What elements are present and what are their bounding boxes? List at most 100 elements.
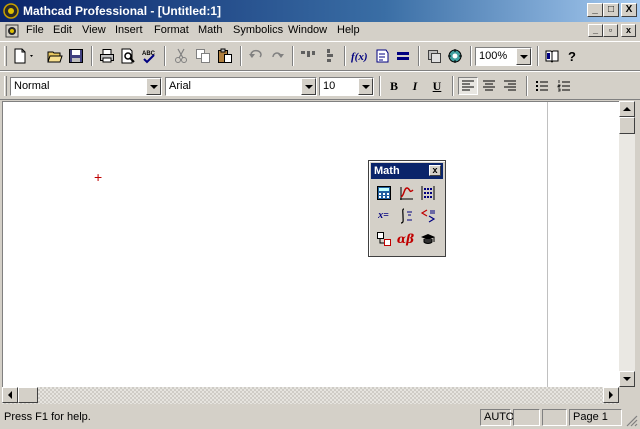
align-across-button[interactable]	[298, 47, 318, 65]
calculus-palette-button[interactable]	[395, 205, 416, 226]
greek-palette-button[interactable]: αβ	[395, 228, 416, 249]
help-button[interactable]: ?	[563, 47, 583, 65]
crosshair-cursor: +	[94, 169, 103, 185]
menu-window[interactable]: Window	[288, 24, 327, 36]
menu-format[interactable]: Format	[154, 24, 189, 36]
calculator-palette-button[interactable]	[373, 182, 394, 203]
svg-text:f(x): f(x)	[351, 51, 368, 63]
printer-icon	[100, 49, 114, 63]
doc-restore-button[interactable]: ▫	[603, 24, 618, 37]
bullets-button[interactable]	[532, 77, 552, 95]
math-palette: Math x x= αβ	[368, 160, 446, 257]
maximize-button[interactable]: □	[603, 3, 619, 17]
font-select[interactable]: Arial	[165, 77, 317, 96]
numbered-list-icon	[557, 80, 570, 92]
style-select[interactable]: Normal	[10, 77, 162, 96]
formatting-toolbar: Normal Arial 10 B I U	[0, 71, 640, 100]
toolbar-separator	[452, 76, 454, 96]
graph-palette-button[interactable]	[395, 182, 416, 203]
print-button[interactable]	[97, 47, 117, 65]
menu-file[interactable]: File	[26, 24, 44, 36]
insert-component-button[interactable]	[424, 47, 444, 65]
math-palette-titlebar[interactable]: Math x	[371, 163, 443, 179]
open-folder-icon	[47, 51, 63, 63]
toolbar-grip[interactable]	[4, 76, 7, 96]
status-message: Press F1 for help.	[4, 411, 91, 423]
vertical-scroll-thumb[interactable]	[619, 117, 635, 134]
menu-symbolics[interactable]: Symbolics	[233, 24, 283, 36]
align-center-button[interactable]	[479, 77, 499, 95]
title-bar[interactable]: Mathcad Professional - [Untitled:1] _ □ …	[0, 0, 640, 22]
zoom-dropdown-button[interactable]	[516, 48, 531, 65]
insert-unit-button[interactable]	[372, 47, 392, 65]
horizontal-scrollbar[interactable]	[2, 387, 619, 404]
horizontal-scroll-thumb[interactable]	[18, 387, 38, 403]
scroll-up-button[interactable]	[619, 101, 635, 117]
menu-insert[interactable]: Insert	[115, 24, 143, 36]
programming-palette-button[interactable]	[373, 228, 394, 249]
scroll-down-button[interactable]	[619, 371, 635, 387]
floppy-disk-icon	[69, 49, 83, 63]
align-right-button[interactable]	[500, 77, 520, 95]
menu-math[interactable]: Math	[198, 24, 222, 36]
worksheet-canvas[interactable]: +	[2, 101, 619, 388]
resources-button[interactable]	[445, 47, 465, 65]
scroll-right-button[interactable]	[603, 387, 619, 403]
book-icon	[545, 50, 559, 63]
copy-button[interactable]	[193, 47, 213, 65]
font-value: Arial	[169, 80, 192, 92]
undo-button[interactable]	[246, 47, 266, 65]
save-button[interactable]	[66, 47, 86, 65]
open-button[interactable]	[45, 47, 65, 65]
new-button[interactable]	[11, 47, 37, 65]
scroll-left-button[interactable]	[2, 387, 18, 403]
evaluation-palette-button[interactable]: x=	[373, 205, 394, 226]
paste-button[interactable]	[215, 47, 235, 65]
resource-center-button[interactable]	[542, 47, 562, 65]
underline-button[interactable]: U	[427, 77, 447, 95]
document-icon[interactable]	[5, 24, 19, 38]
print-preview-button[interactable]	[118, 47, 138, 65]
italic-button[interactable]: I	[405, 77, 425, 95]
insert-function-button[interactable]: f(x)	[350, 47, 370, 65]
zoom-select[interactable]: 100%	[475, 47, 532, 66]
toolbar-separator	[91, 46, 93, 66]
align-down-button[interactable]	[319, 47, 339, 65]
equals-calculate-icon	[397, 52, 409, 60]
matrix-palette-button[interactable]	[417, 182, 438, 203]
vertical-scrollbar[interactable]	[619, 101, 635, 387]
numbering-button[interactable]	[554, 77, 574, 95]
clipboard-paste-icon	[218, 48, 232, 63]
align-left-button[interactable]	[458, 77, 478, 95]
math-palette-close-button[interactable]: x	[429, 165, 441, 176]
doc-close-button[interactable]: x	[621, 24, 636, 37]
close-button[interactable]: X	[621, 3, 637, 17]
menu-help[interactable]: Help	[337, 24, 360, 36]
symbolic-palette-button[interactable]	[417, 228, 438, 249]
toolbar-separator	[418, 46, 420, 66]
cut-button[interactable]	[171, 47, 191, 65]
toolbar-separator	[164, 46, 166, 66]
chevron-down-icon	[149, 84, 158, 89]
redo-button[interactable]	[267, 47, 287, 65]
resize-grip-icon[interactable]	[626, 415, 638, 427]
menu-edit[interactable]: Edit	[53, 24, 72, 36]
spell-check-button[interactable]: ABC	[139, 47, 159, 65]
font-size-select[interactable]: 10	[319, 77, 374, 96]
font-dropdown-button[interactable]	[301, 78, 316, 95]
help-question-icon: ?	[568, 49, 576, 64]
unit-measure-icon	[376, 49, 389, 63]
status-bar: Press F1 for help. AUTO Page 1	[0, 406, 640, 429]
status-panel-empty	[542, 409, 567, 426]
doc-minimize-button[interactable]: _	[588, 24, 603, 37]
font-size-value: 10	[323, 80, 336, 92]
boolean-palette-button[interactable]	[417, 205, 438, 226]
menu-view[interactable]: View	[82, 24, 106, 36]
window-title: Mathcad Professional - [Untitled:1]	[23, 4, 222, 18]
bold-button[interactable]: B	[384, 77, 404, 95]
toolbar-grip[interactable]	[4, 46, 7, 66]
style-dropdown-button[interactable]	[146, 78, 161, 95]
font-size-dropdown-button[interactable]	[358, 78, 373, 95]
minimize-button[interactable]: _	[587, 3, 603, 17]
calculate-button[interactable]	[393, 47, 413, 65]
